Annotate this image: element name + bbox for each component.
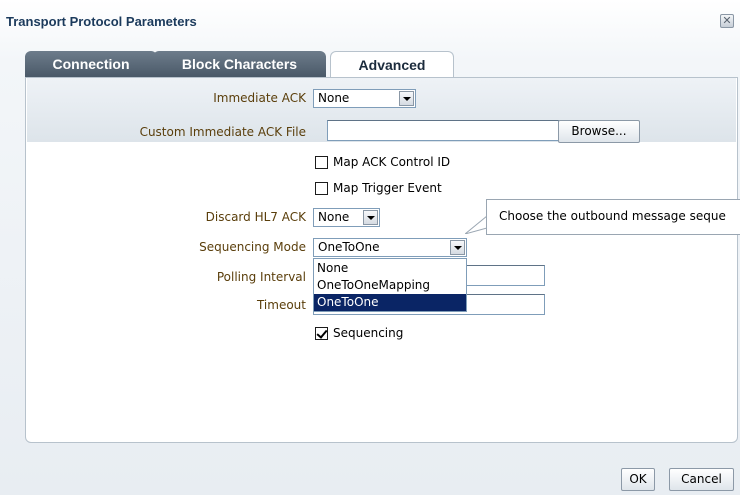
chevron-down-icon[interactable] xyxy=(363,210,378,225)
discard-hl7-ack-value: None xyxy=(318,210,350,224)
custom-ack-file-label: Custom Immediate ACK File xyxy=(139,125,306,139)
polling-interval-label: Polling Interval xyxy=(216,270,306,284)
timeout-label: Timeout xyxy=(256,298,306,312)
sequencing-checkbox[interactable] xyxy=(315,327,328,340)
sequencing-mode-select[interactable]: OneToOne xyxy=(313,238,467,257)
ok-button[interactable]: OK xyxy=(621,468,655,491)
sequencing-mode-label: Sequencing Mode xyxy=(199,240,306,254)
sequencing-mode-dropdown[interactable]: None OneToOneMapping OneToOne xyxy=(313,258,467,312)
immediate-ack-select[interactable]: None xyxy=(313,89,416,108)
cancel-button[interactable]: Cancel xyxy=(669,468,734,491)
option-one-to-one[interactable]: OneToOne xyxy=(314,294,466,311)
tooltip-text: Choose the outbound message seque xyxy=(499,209,726,223)
discard-hl7-ack-select[interactable]: None xyxy=(313,208,380,227)
chevron-down-icon[interactable] xyxy=(450,240,465,255)
option-none[interactable]: None xyxy=(314,260,466,277)
map-trigger-event-label: Map Trigger Event xyxy=(333,181,442,195)
chevron-down-icon[interactable] xyxy=(399,91,414,106)
browse-button[interactable]: Browse... xyxy=(558,120,640,143)
immediate-ack-value: None xyxy=(318,91,350,105)
sequencing-label: Sequencing xyxy=(333,326,404,340)
map-trigger-event-checkbox[interactable] xyxy=(315,182,328,195)
map-ack-control-id-checkbox[interactable] xyxy=(315,156,328,169)
immediate-ack-label: Immediate ACK xyxy=(213,91,306,105)
dialog: Transport Protocol Parameters ✕ Connecti… xyxy=(0,0,740,495)
discard-hl7-ack-label: Discard HL7 ACK xyxy=(205,210,306,224)
tab-connection[interactable]: Connection xyxy=(25,51,157,77)
option-one-to-one-mapping[interactable]: OneToOneMapping xyxy=(314,277,466,294)
dialog-title: Transport Protocol Parameters xyxy=(6,14,197,29)
tab-block-characters[interactable]: Block Characters xyxy=(153,51,326,77)
tab-advanced[interactable]: Advanced xyxy=(330,51,454,78)
map-ack-control-id-label: Map ACK Control ID xyxy=(333,155,451,169)
help-tooltip: Choose the outbound message seque xyxy=(486,199,740,235)
tooltip-pointer xyxy=(465,216,487,234)
custom-ack-file-input[interactable] xyxy=(327,120,559,141)
sequencing-mode-value: OneToOne xyxy=(318,240,380,254)
close-icon[interactable]: ✕ xyxy=(720,14,734,28)
